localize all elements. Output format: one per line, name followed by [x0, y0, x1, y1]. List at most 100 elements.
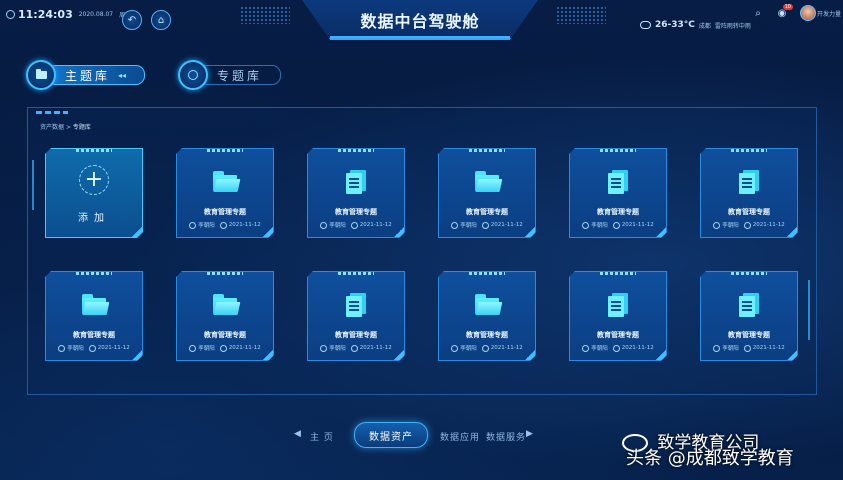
topic-card[interactable]: 教育管理专题李朝阳 2021-11-12 — [307, 148, 405, 238]
date-text: 2020.08.07 — [78, 11, 114, 18]
user-icon — [451, 345, 458, 352]
card-author: 李朝阳 — [198, 223, 215, 229]
card-author: 李朝阳 — [722, 346, 739, 352]
nav-home[interactable]: 主 页 — [310, 430, 334, 443]
card-title: 教育管理专题 — [597, 208, 639, 216]
folder-icon — [473, 292, 501, 318]
card-author: 李朝阳 — [722, 223, 739, 229]
topic-card[interactable]: 教育管理专题 李朝阳 2021-11-12 — [438, 271, 536, 361]
tab-topic-label: 专题库 — [217, 68, 263, 83]
user-icon — [582, 345, 589, 352]
search-button[interactable]: ⌕ — [751, 6, 765, 20]
folder-icon — [35, 69, 47, 79]
clock-icon — [613, 222, 620, 229]
clock-icon — [351, 345, 358, 352]
folder-icon — [211, 292, 239, 318]
document-icon — [604, 169, 632, 195]
card-date: 2021-11-12 — [359, 222, 392, 228]
ring-dot-icon — [188, 70, 198, 80]
weather-temp: 26-33°C — [655, 20, 695, 30]
breadcrumb-current: 专题库 — [72, 124, 91, 131]
document-icon — [342, 169, 370, 195]
bottom-nav: ◀ 主 页 数据资产 数据应用 数据服务 ▶ — [290, 422, 550, 448]
tab-topic-ring — [178, 60, 208, 90]
card-meta: 李朝阳 2021-11-12 — [570, 344, 666, 352]
add-topic-card[interactable]: + 添加 — [45, 148, 143, 238]
tab-theme-library[interactable]: 主题库 ◂◂ — [26, 60, 146, 90]
user-icon — [320, 222, 327, 229]
clock-icon — [744, 345, 751, 352]
topic-card[interactable]: 教育管理专题 李朝阳 2021-11-12 — [700, 148, 798, 238]
card-date: 2021-11-12 — [621, 222, 654, 228]
user-icon — [451, 222, 458, 229]
content-panel — [27, 107, 817, 395]
next-arrow-icon[interactable]: ▶ — [526, 429, 533, 439]
card-author: 李朝阳 — [198, 346, 215, 352]
weather-desc: 雷阵雨转中雨 — [714, 22, 751, 30]
topic-card[interactable]: 教育管理专题 李朝阳 2021-11-12 — [176, 148, 274, 238]
home-icon: ⌂ — [157, 14, 165, 26]
card-title: 教育管理专题 — [466, 208, 508, 216]
card-meta: 李朝阳 2021-11-12 — [439, 221, 535, 229]
title-area: 数据中台驾驶舱 — [270, 0, 570, 42]
top-bar: 11:24:03 2020.08.07 周三 ↶ ⌂ 数据中台驾驶舱 26-33… — [0, 0, 843, 42]
topic-card[interactable]: 教育管理专题李朝阳 2021-11-12 — [569, 148, 667, 238]
notification-button[interactable]: ◉ 10 — [775, 4, 793, 20]
card-meta: 李朝阳 2021-11-12 — [46, 344, 142, 352]
breadcrumb-separator: > — [65, 124, 71, 131]
nav-data-assets[interactable]: 数据资产 — [354, 422, 428, 448]
card-date: 2021-11-12 — [359, 345, 392, 351]
card-title: 教育管理专题 — [335, 331, 377, 339]
nav-data-application[interactable]: 数据应用 — [440, 430, 480, 443]
prev-arrow-icon[interactable]: ◀ — [294, 429, 301, 439]
document-icon — [604, 292, 632, 318]
folder-icon — [473, 169, 501, 195]
card-meta: 李朝阳 2021-11-12 — [701, 221, 797, 229]
folder-icon — [211, 169, 239, 195]
breadcrumb-root[interactable]: 资产数据 — [40, 124, 64, 131]
card-title: 教育管理专题 — [597, 331, 639, 339]
card-title: 教育管理专题 — [204, 331, 246, 339]
topic-card[interactable]: 教育管理专题 李朝阳 2021-11-12 — [176, 271, 274, 361]
clock-icon — [220, 345, 227, 352]
topic-card[interactable]: 教育管理专题李朝阳 2021-11-12 — [307, 271, 405, 361]
card-meta: 李朝阳 2021-11-12 — [308, 344, 404, 352]
double-arrow-icon: ◂◂ — [118, 70, 127, 80]
topic-card[interactable]: 教育管理专题 李朝阳 2021-11-12 — [45, 271, 143, 361]
card-title: 教育管理专题 — [335, 208, 377, 216]
card-author: 李朝阳 — [460, 346, 477, 352]
user-icon — [320, 345, 327, 352]
plus-icon: + — [79, 165, 109, 195]
home-button[interactable]: ⌂ — [151, 10, 171, 30]
clock-icon — [351, 222, 358, 229]
tab-theme-pill: 主题库 ◂◂ — [46, 65, 146, 85]
card-meta: 李朝阳 2021-11-12 — [308, 221, 404, 229]
clock-icon — [482, 345, 489, 352]
card-author: 李朝阳 — [460, 223, 477, 229]
user-icon — [582, 222, 589, 229]
user-icon — [189, 345, 196, 352]
panel-side-deco-left — [32, 160, 34, 210]
card-meta: 李朝阳 2021-11-12 — [701, 344, 797, 352]
avatar[interactable] — [800, 5, 816, 21]
search-icon: ⌕ — [755, 7, 761, 19]
nav-data-service[interactable]: 数据服务 — [486, 430, 526, 443]
clock-icon — [482, 222, 489, 229]
clock-icon — [220, 222, 227, 229]
tab-topic-library[interactable]: 专题库 — [178, 60, 282, 90]
card-author: 李朝阳 — [329, 223, 346, 229]
card-date: 2021-11-12 — [228, 222, 261, 228]
clock: 11:24:03 2020.08.07 周三 — [6, 8, 131, 21]
back-button[interactable]: ↶ — [122, 10, 142, 30]
card-date: 2021-11-12 — [490, 222, 523, 228]
clock-icon — [89, 345, 96, 352]
topic-card[interactable]: 教育管理专题李朝阳 2021-11-12 — [569, 271, 667, 361]
topic-card[interactable]: 教育管理专题李朝阳 2021-11-12 — [700, 271, 798, 361]
tab-theme-ring — [26, 60, 56, 90]
topic-card[interactable]: 教育管理专题李朝阳 2021-11-12 — [438, 148, 536, 238]
card-title: 教育管理专题 — [728, 331, 770, 339]
user-name: 开发力量 — [817, 11, 842, 18]
card-author: 李朝阳 — [591, 223, 608, 229]
add-label: 添加 — [78, 213, 110, 224]
cloud-icon — [640, 21, 651, 29]
